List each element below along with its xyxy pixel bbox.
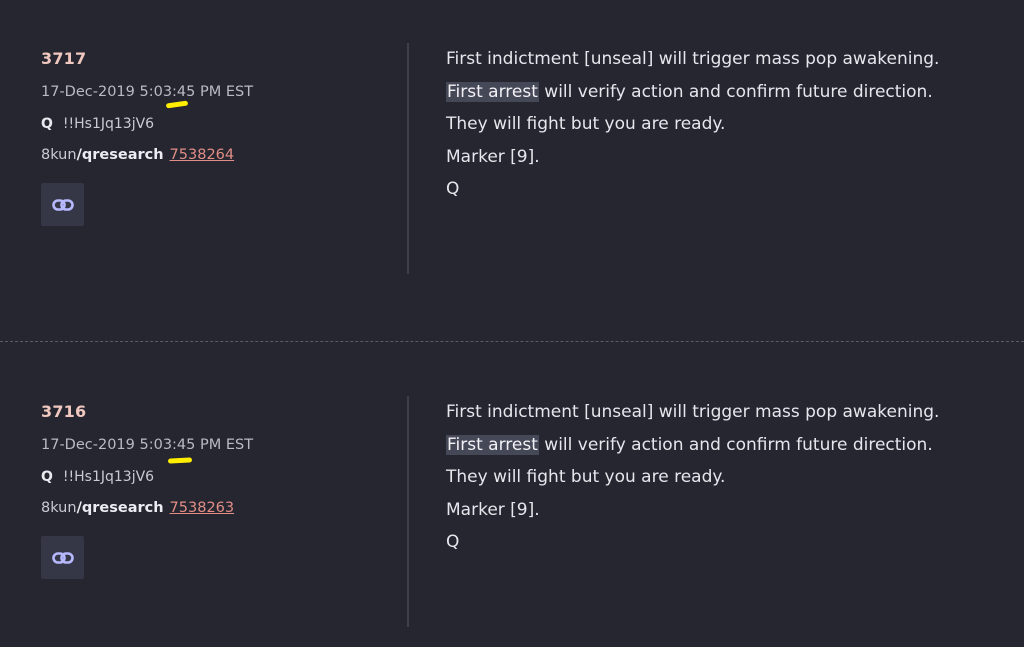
vertical-divider [407,43,409,274]
board-name: /qresearch [76,147,164,163]
post-body: First indictment [unseal] will trigger m… [446,396,939,559]
yellow-highlight-annotation [165,100,189,109]
site-name: 8kun [41,500,77,516]
body-line-rest: will verify action and confirm future di… [538,81,933,102]
body-line: First arrest will verify action and conf… [446,429,939,462]
post-body: First indictment [unseal] will trigger m… [446,43,939,206]
post-timestamp: 17-Dec-2019 5:03:45 PM EST [41,437,254,453]
board-name: /qresearch [76,500,164,516]
post-separator [0,341,1024,342]
copy-link-button[interactable] [41,183,84,226]
chain-link-icon [51,198,74,211]
post-author: Q !!Hs1Jq13jV6 [41,469,154,485]
post-3716: 3716 17-Dec-2019 5:03:45 PM EST Q !!Hs1Jq… [0,343,1024,647]
author-name: Q [41,116,53,132]
post-author: Q !!Hs1Jq13jV6 [41,116,154,132]
body-line-rest: will verify action and confirm future di… [538,434,933,455]
body-line: Q [446,532,460,552]
post-source: 8kun/qresearch 7538264 [41,147,234,163]
post-source: 8kun/qresearch 7538263 [41,500,234,516]
body-line: First indictment [unseal] will trigger m… [446,49,940,69]
body-line: They will fight but you are ready. [446,467,726,487]
tripcode: !!Hs1Jq13jV6 [62,116,155,132]
body-line: First arrest will verify action and conf… [446,76,939,109]
body-line: First indictment [unseal] will trigger m… [446,402,940,422]
author-name: Q [41,469,53,485]
tripcode: !!Hs1Jq13jV6 [62,469,155,485]
body-line: They will fight but you are ready. [446,114,726,134]
post-3717: 3717 17-Dec-2019 5:03:45 PM EST Q !!Hs1Jq… [0,0,1024,340]
post-id-link[interactable]: 7538263 [170,500,235,516]
highlighted-text: First arrest [446,81,539,102]
yellow-highlight-annotation [167,457,193,464]
chain-link-icon [51,551,74,564]
body-line: Marker [9]. [446,499,540,520]
post-id-link[interactable]: 7538264 [170,147,235,163]
post-number: 3717 [41,49,87,68]
site-name: 8kun [41,147,77,163]
highlighted-text: First arrest [446,434,539,455]
body-line: Marker [9]. [446,146,540,167]
vertical-divider [407,396,409,627]
post-number: 3716 [41,402,87,421]
copy-link-button[interactable] [41,536,84,579]
post-timestamp: 17-Dec-2019 5:03:45 PM EST [41,84,254,100]
body-line: Q [446,179,460,199]
